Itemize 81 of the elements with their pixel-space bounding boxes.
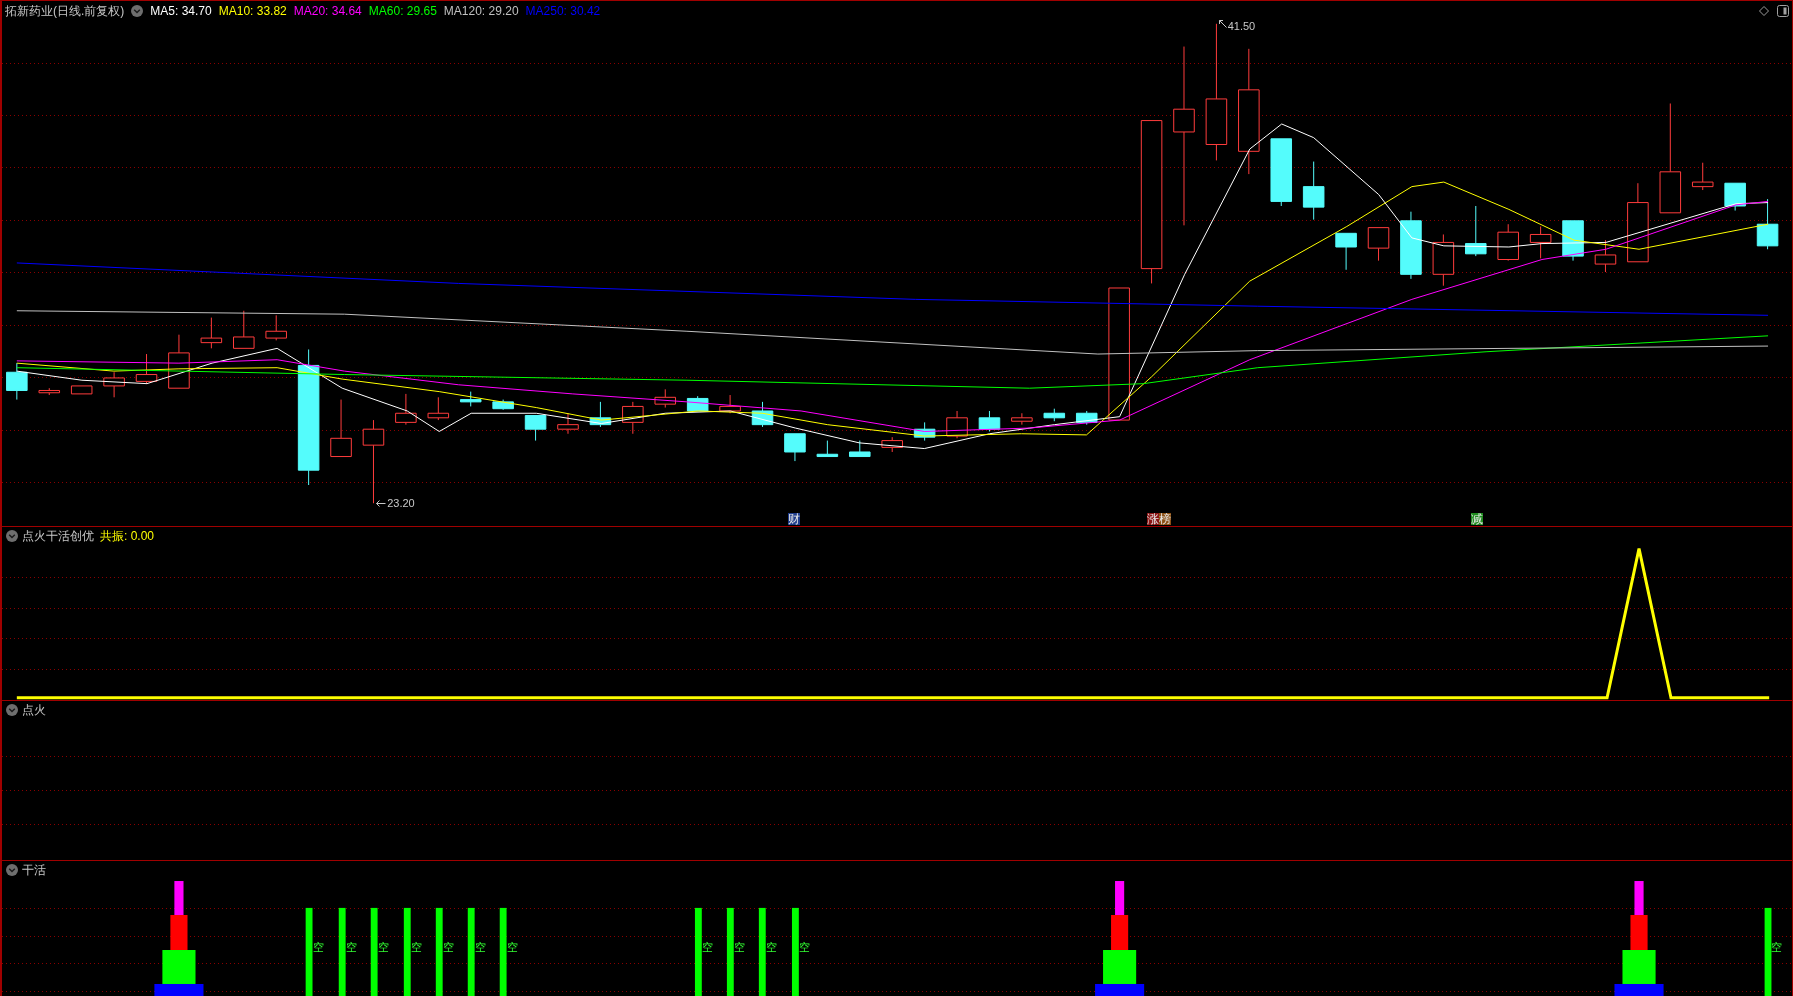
falling-candle	[816, 440, 839, 458]
indicator-reading: 共振: 0.00	[100, 530, 155, 542]
falling-candle	[1302, 161, 1325, 221]
falling-candle	[459, 391, 482, 407]
rising-candle	[719, 394, 741, 414]
falling-candle	[1075, 410, 1098, 426]
falling-candle	[1043, 408, 1066, 422]
rising-candle	[395, 393, 417, 426]
signal-label: 空	[798, 941, 810, 953]
rising-candle	[168, 334, 190, 389]
rising-candle	[654, 388, 677, 409]
rising-candle	[1432, 233, 1455, 287]
falling-candle	[751, 401, 774, 428]
falling-candle	[1270, 138, 1293, 207]
rising-candle	[1497, 223, 1519, 262]
panel-title: 点火干活创优	[22, 530, 94, 542]
indicator-value: MA120: 29.20	[443, 5, 519, 17]
dropdown-icon[interactable]	[6, 864, 18, 876]
diamond-icon[interactable]	[1759, 6, 1769, 16]
signal-label: 空	[701, 941, 713, 953]
indicator-value: MA20: 34.64	[293, 5, 362, 17]
rising-candle	[135, 353, 158, 385]
dropdown-icon[interactable]	[131, 5, 144, 17]
dropdown-icon[interactable]	[6, 530, 18, 542]
signal-label: 空	[345, 941, 357, 953]
falling-candle	[589, 401, 612, 428]
falling-candle	[978, 410, 1001, 432]
signal-label: 空	[312, 941, 324, 953]
signal-label: 空	[442, 941, 454, 953]
indicator-value: MA5: 34.70	[150, 5, 212, 17]
falling-candle	[6, 362, 28, 401]
rising-candle	[1367, 227, 1390, 262]
falling-candle	[784, 433, 806, 462]
event-marker: 减	[1471, 513, 1483, 525]
price-label: 23.20	[387, 498, 415, 509]
chart-title: 拓新药业(日线.前复权)	[5, 5, 125, 17]
event-marker: 涨	[1147, 513, 1159, 525]
falling-candle	[1465, 205, 1487, 257]
rising-candle	[330, 399, 352, 458]
rising-candle	[1594, 239, 1617, 273]
rising-candle	[946, 410, 968, 439]
falling-candle	[1335, 232, 1357, 271]
signal-label: 空	[765, 941, 777, 953]
arrow-icon	[1218, 20, 1227, 28]
rising-candle	[622, 401, 644, 435]
signal-label: 空	[410, 941, 422, 953]
indicator-value: MA10: 33.82	[218, 5, 287, 17]
event-marker: 榜	[1159, 513, 1171, 525]
rising-candle	[200, 317, 223, 349]
rising-candle	[103, 371, 125, 398]
indicator-value: MA60: 29.65	[368, 5, 437, 17]
panel-title: 干活	[22, 864, 46, 876]
falling-candle	[849, 440, 871, 458]
rising-candle	[1529, 226, 1552, 259]
event-marker: 财	[788, 513, 800, 525]
rising-candle	[1691, 162, 1714, 191]
rising-candle	[233, 310, 255, 349]
signal-label: 空	[1771, 941, 1783, 953]
panel-title: 点火	[22, 704, 46, 716]
rising-candle	[881, 436, 903, 453]
signal-label: 空	[506, 941, 518, 953]
falling-candle	[1400, 211, 1422, 280]
rising-candle	[1011, 412, 1033, 426]
dropdown-icon[interactable]	[6, 704, 18, 716]
rising-candle	[265, 314, 287, 341]
window-icon[interactable]	[1777, 5, 1789, 17]
arrow-icon	[376, 500, 387, 507]
rising-candle	[70, 385, 93, 395]
indicator-value: MA250: 30.42	[525, 5, 601, 17]
falling-candle	[1724, 182, 1746, 212]
falling-candle	[1756, 198, 1779, 250]
rising-candle	[38, 387, 61, 396]
rising-candle	[427, 396, 450, 421]
signal-label: 空	[377, 941, 389, 953]
signal-label: 空	[474, 941, 486, 953]
falling-candle	[492, 399, 514, 411]
rising-candle	[557, 412, 579, 435]
signal-label: 空	[733, 941, 745, 953]
falling-candle	[524, 415, 547, 442]
falling-candle	[913, 421, 936, 442]
price-label: 41.50	[1227, 21, 1256, 32]
